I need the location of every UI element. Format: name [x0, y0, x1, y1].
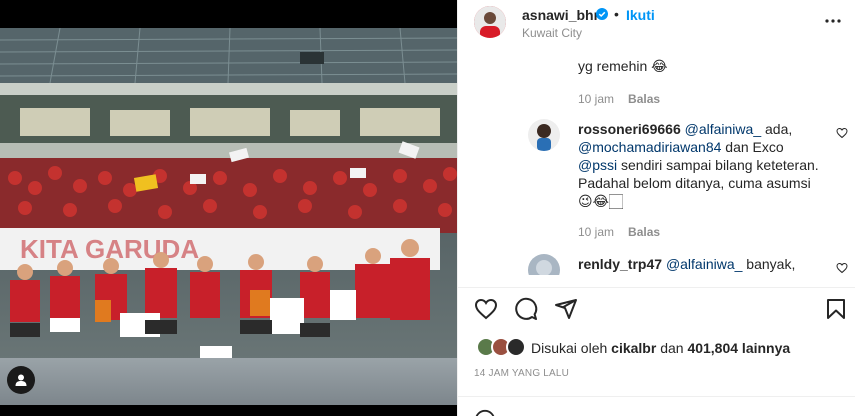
likes-prefix: Disukai oleh: [531, 340, 608, 356]
comment-meta: 10 jam Balas: [578, 92, 674, 106]
liker-avatars: [476, 337, 528, 357]
follow-button[interactable]: Ikuti: [626, 7, 655, 23]
user-tag-button[interactable]: [7, 366, 35, 394]
comment-mention[interactable]: @alfainiwa_: [685, 121, 761, 137]
separator-dot: •: [614, 6, 619, 22]
comment-mention[interactable]: @pssi: [578, 157, 617, 173]
post-header: asnawi_bhr • Ikuti Kuwait City: [458, 0, 855, 45]
comment-username[interactable]: renldy_trp47: [578, 256, 662, 272]
more-options-icon: [825, 19, 841, 23]
comment-like-icon[interactable]: [836, 127, 848, 139]
comments-list[interactable]: yg remehin 😂 10 jam Balas rossoneri69666 …: [458, 45, 855, 275]
likes-summary[interactable]: Disukai oleh cikalbr dan 401,804 lainnya: [458, 333, 855, 361]
comment-time[interactable]: 10 jam: [578, 225, 614, 239]
comment-segment: dan Exco: [721, 139, 784, 155]
comment-icon[interactable]: [514, 297, 538, 321]
team-celebration-photo: KITA GARUDA: [0, 28, 457, 405]
comment-time[interactable]: 10 jam: [578, 92, 614, 106]
post-photo[interactable]: KITA GARUDA: [0, 28, 457, 405]
post-location[interactable]: Kuwait City: [522, 26, 582, 40]
bookmark-icon[interactable]: [824, 297, 848, 321]
comment-mention[interactable]: @mochamadiriawan84: [578, 139, 721, 155]
comment-text: renldy_trp47 @alfainiwa_ banyak, bocil: [578, 255, 823, 275]
commenter-avatar[interactable]: [528, 254, 560, 275]
user-tag-icon: [15, 374, 27, 386]
likes-joiner: dan: [660, 340, 684, 356]
verified-badge-icon: [596, 8, 608, 20]
comment-segment: ada,: [761, 121, 793, 137]
more-options-button[interactable]: [824, 12, 842, 30]
likes-count[interactable]: 401,804 lainnya: [687, 340, 790, 356]
post-actions-bar: [458, 287, 855, 327]
heart-icon[interactable]: [474, 297, 498, 321]
liked-by-user[interactable]: cikalbr: [611, 340, 656, 356]
emoji-icon[interactable]: [474, 409, 496, 416]
comment-mention[interactable]: @alfainiwa_: [666, 256, 742, 272]
post-sidebar: asnawi_bhr • Ikuti Kuwait City yg remehi…: [457, 0, 855, 416]
author-username[interactable]: asnawi_bhr: [522, 7, 599, 23]
commenter-avatar[interactable]: [528, 119, 560, 151]
comment-like-icon[interactable]: [836, 262, 848, 274]
author-avatar[interactable]: [474, 6, 506, 38]
comment-username[interactable]: rossoneri69666: [578, 121, 681, 137]
likes-text: Disukai oleh cikalbr dan 401,804 lainnya: [531, 340, 790, 356]
liker-avatar: [506, 337, 526, 357]
share-icon[interactable]: [554, 297, 578, 321]
reply-button[interactable]: Balas: [628, 225, 660, 239]
add-comment-bar: [458, 396, 855, 416]
comment-text: rossoneri69666 @alfainiwa_ ada, @mochama…: [578, 120, 823, 210]
reply-button[interactable]: Balas: [628, 92, 660, 106]
post-timestamp[interactable]: 14 JAM YANG LALU: [474, 368, 569, 379]
comment-meta: 10 jam Balas: [578, 225, 674, 239]
comment-text: yg remehin 😂: [578, 58, 668, 74]
post-media[interactable]: KITA GARUDA: [0, 0, 457, 416]
